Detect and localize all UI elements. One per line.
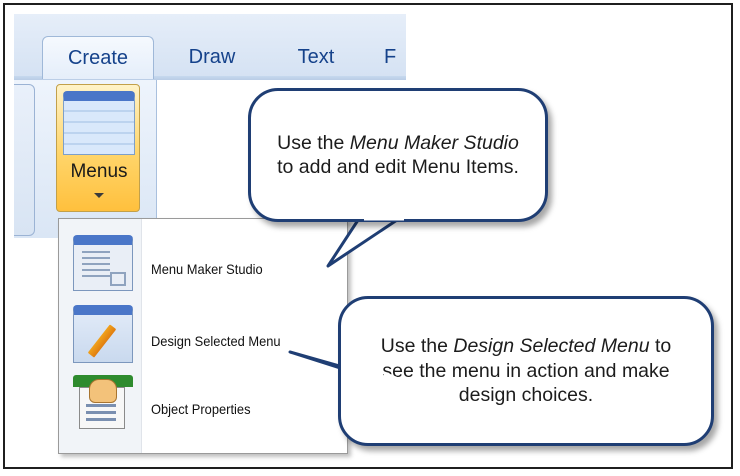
tab-draw[interactable]: Draw: [176, 36, 248, 78]
object-properties-icon: [73, 375, 133, 431]
dropdown-item-menu-maker-studio[interactable]: Menu Maker Studio: [59, 223, 347, 291]
callout-text: Use the Menu Maker Studio to add and edi…: [277, 131, 519, 178]
menus-button-label: Menus: [70, 161, 128, 182]
tab-truncated[interactable]: F: [384, 36, 404, 78]
menus-button[interactable]: Menus: [56, 84, 140, 212]
dropdown-item-label: Design Selected Menu: [151, 333, 281, 349]
callout-text: Use the Design Selected Menu to see the …: [380, 335, 672, 407]
dropdown-item-label: Menu Maker Studio: [151, 261, 263, 277]
menu-maker-studio-icon: [73, 235, 133, 291]
dropdown-item-object-properties[interactable]: Object Properties: [59, 369, 347, 437]
design-pencil-icon: [73, 305, 133, 363]
dropdown-item-design-selected-menu[interactable]: Design Selected Menu: [59, 299, 347, 367]
menu-list-icon: [63, 91, 135, 155]
chevron-down-icon: [94, 193, 104, 198]
tab-text[interactable]: Text: [284, 36, 348, 78]
ribbon-panel-edge: [14, 84, 35, 236]
dropdown-item-label: Object Properties: [151, 401, 251, 417]
callout-design-selected-menu: Use the Design Selected Menu to see the …: [338, 296, 714, 446]
callout-menu-maker-studio: Use the Menu Maker Studio to add and edi…: [248, 88, 548, 222]
menus-dropdown: Menu Maker Studio Design Selected Menu O…: [58, 218, 348, 454]
tab-create[interactable]: Create: [42, 36, 154, 79]
